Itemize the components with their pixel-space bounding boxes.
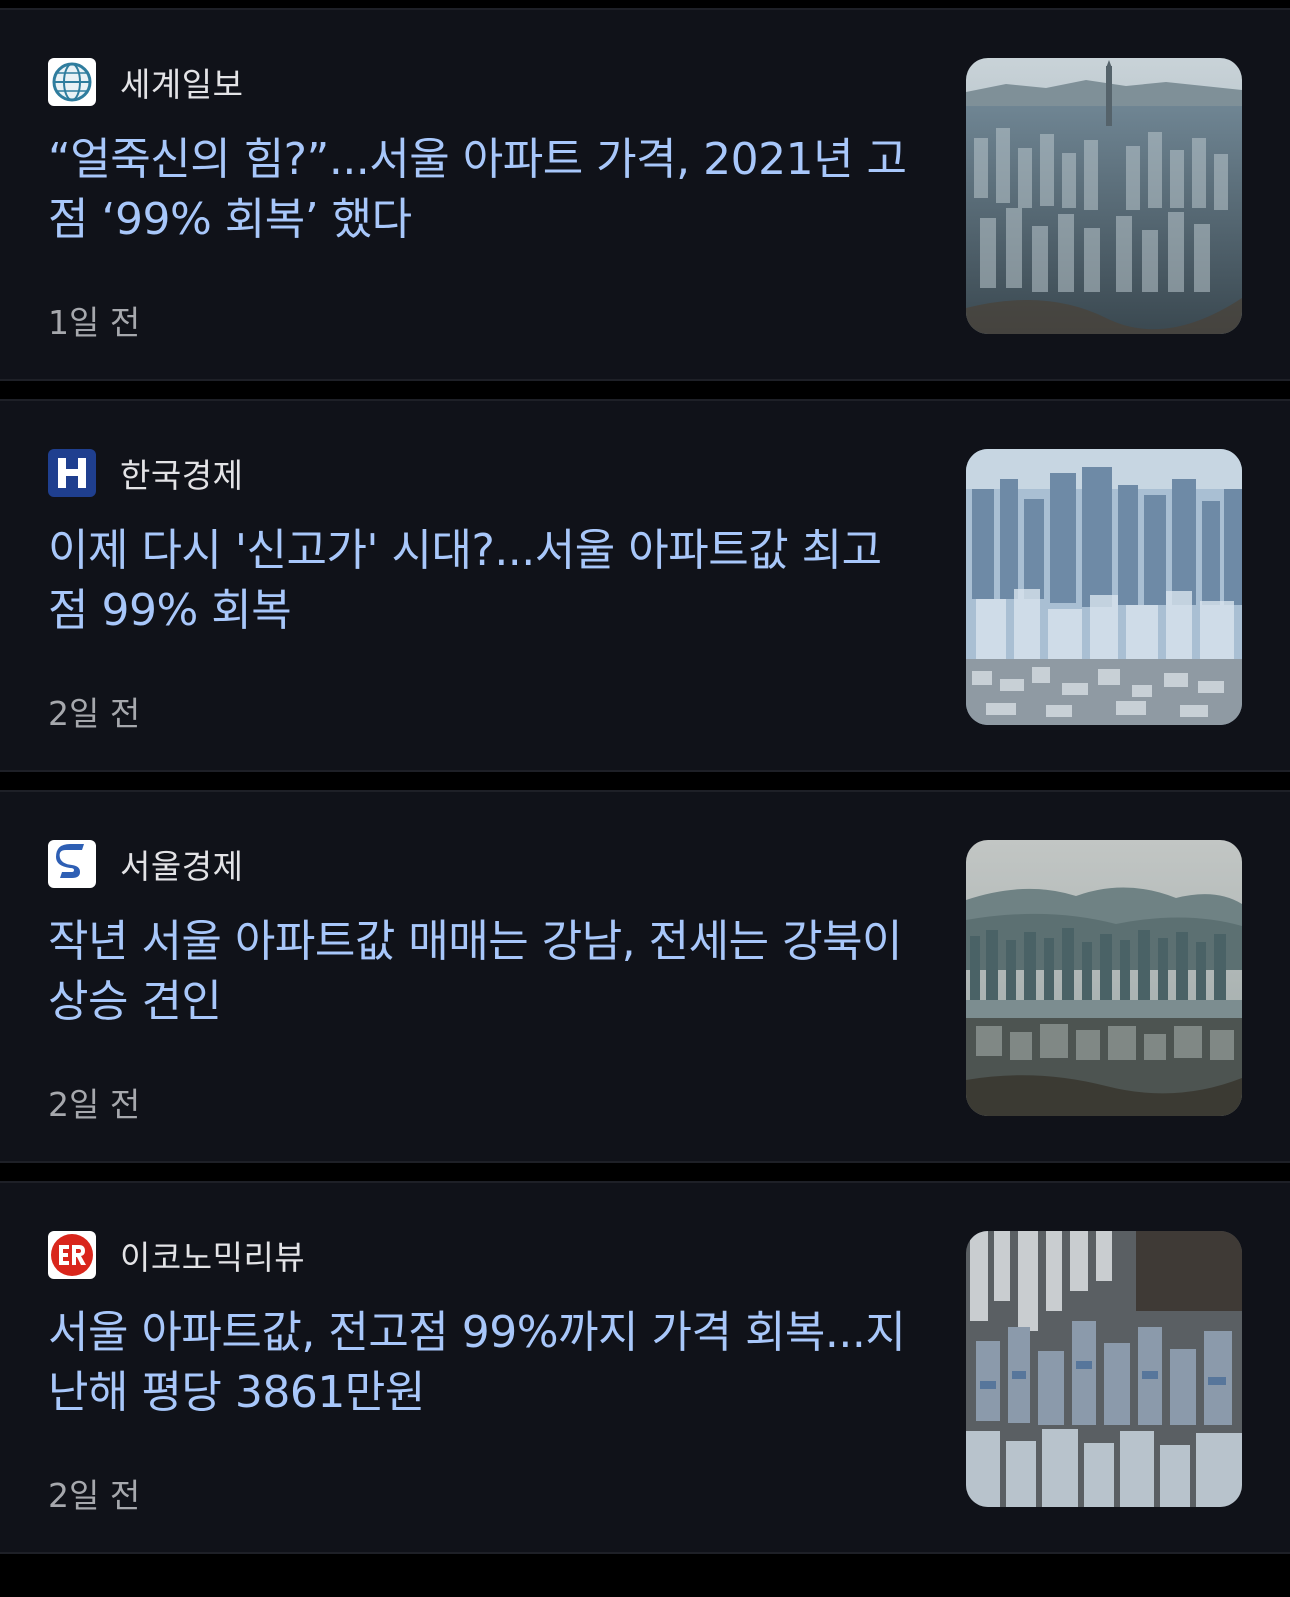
source-name: 세계일보 [120,65,244,104]
source-row: 한국경제 [48,449,243,497]
aerial-apartments-thumbnail[interactable] [966,1231,1242,1507]
er-logo-icon [48,1231,96,1279]
headline-link[interactable]: 서울 아파트값, 전고점 99%까지 가격 회복...지난해 평당 3861만원 [48,1303,908,1423]
hankyung-h-logo-icon [48,449,96,497]
headline-link[interactable]: 작년 서울 아파트값 매매는 강남, 전세는 강북이 상승 견인 [48,912,908,1032]
news-card[interactable]: 이코노믹리뷰 서울 아파트값, 전고점 99%까지 가격 회복...지난해 평당… [0,1181,1290,1554]
hazy-mountain-city-thumbnail[interactable] [966,840,1242,1116]
source-row: 서울경제 [48,840,243,888]
source-name: 한국경제 [120,456,244,495]
source-row: 세계일보 [48,58,243,106]
source-name: 서울경제 [120,847,244,886]
news-feed: 세계일보 “얼죽신의 힘?”...서울 아파트 가격, 2021년 고점 ‘99… [0,8,1290,1572]
seoul-tower-cityscape-thumbnail[interactable] [966,58,1242,334]
published-time: 1일 전 [48,303,141,342]
headline-link[interactable]: “얼죽신의 힘?”...서울 아파트 가격, 2021년 고점 ‘99% 회복’… [48,130,908,250]
news-card[interactable]: 서울경제 작년 서울 아파트값 매매는 강남, 전세는 강북이 상승 견인 2일… [0,790,1290,1163]
headline-link[interactable]: 이제 다시 '신고가' 시대?...서울 아파트값 최고점 99% 회복 [48,521,908,641]
source-name: 이코노믹리뷰 [120,1238,306,1277]
published-time: 2일 전 [48,694,141,733]
news-card[interactable]: 한국경제 이제 다시 '신고가' 시대?...서울 아파트값 최고점 99% 회… [0,399,1290,772]
published-time: 2일 전 [48,1476,141,1515]
sedaily-s-logo-icon [48,840,96,888]
dense-apartments-thumbnail[interactable] [966,449,1242,725]
segye-globe-logo-icon [48,58,96,106]
source-row: 이코노믹리뷰 [48,1231,305,1279]
news-card[interactable]: 세계일보 “얼죽신의 힘?”...서울 아파트 가격, 2021년 고점 ‘99… [0,8,1290,381]
published-time: 2일 전 [48,1085,141,1124]
